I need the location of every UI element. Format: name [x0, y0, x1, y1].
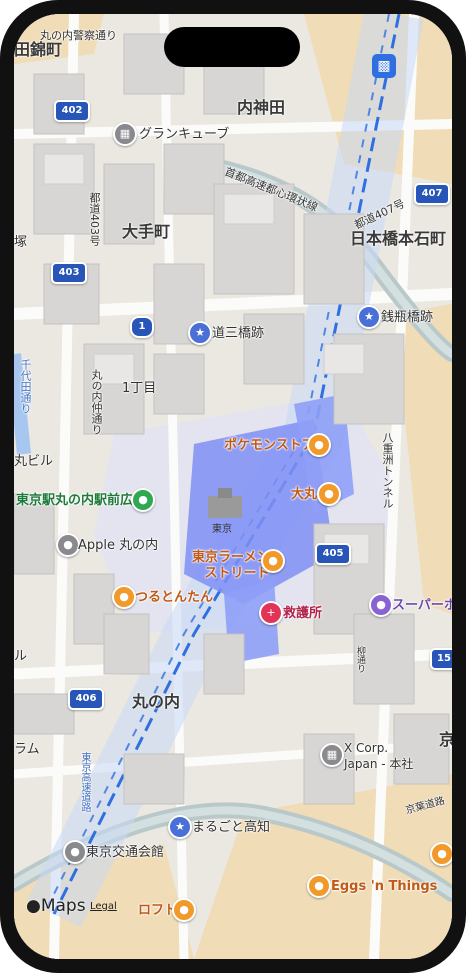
area-label: 1丁目 — [122, 381, 157, 396]
food-icon: ● — [261, 549, 285, 573]
route-shield: 406 — [68, 688, 104, 710]
poi-label-partial: ル — [14, 649, 28, 664]
train-station-icon[interactable]: ▩ — [372, 54, 396, 78]
road-label: 八重洲トンネル — [381, 432, 394, 509]
area-label: 日本橋本石町 — [350, 229, 447, 248]
poi-label: 東京ラーメン ストリート — [192, 550, 270, 581]
building-icon: ▦ — [113, 122, 137, 146]
poi-label: X Corp. Japan - 本社 — [344, 741, 414, 771]
apple-icon: ● — [56, 533, 80, 557]
bed-icon: ● — [369, 593, 393, 617]
area-label-partial: 田錦町 — [14, 40, 63, 59]
road-label: 丸の内仲通り — [90, 369, 103, 435]
route-shield: 405 — [315, 543, 351, 565]
poi-label: Apple 丸の内 — [78, 538, 159, 553]
star-icon: ★ — [188, 321, 212, 345]
food-icon: ● — [112, 585, 136, 609]
area-label: 内神田 — [237, 98, 286, 117]
star-icon: ★ — [168, 815, 192, 839]
poi-label: 道三橋跡 — [212, 326, 265, 341]
poi-label: 大丸 — [291, 487, 318, 502]
station-label: 東京 — [212, 524, 232, 535]
dot-icon: ● — [63, 840, 87, 864]
poi-label: つるとんたん — [135, 590, 214, 605]
poi-label: 東京交通会館 — [86, 845, 165, 860]
food-icon: ● — [307, 874, 331, 898]
poi-label: グランキューブ — [139, 127, 230, 142]
building-icon: ▦ — [320, 743, 344, 767]
poi-label: 東京駅丸の内駅前広場 — [16, 493, 147, 508]
bag-icon: ● — [307, 433, 331, 457]
poi-label-partial: ラム — [14, 742, 40, 757]
bag-icon: ● — [172, 898, 196, 922]
legal-link[interactable]: Legal — [90, 901, 117, 912]
poi-label: 救護所 — [283, 606, 323, 621]
dynamic-island — [164, 27, 300, 67]
poi-label-partial: 丸ビル — [14, 454, 54, 469]
phone-frame: 内神田 大手町 日本橋本石町 丸の内 1丁目 首都高速都心環状線 都道407号 … — [0, 0, 466, 973]
area-label-partial: 京 — [439, 730, 452, 749]
bag-icon: ● — [317, 482, 341, 506]
route-shield: 407 — [414, 183, 450, 205]
poi-label: Eggs 'n Things — [331, 879, 438, 894]
road-label: 都道403号 — [88, 192, 101, 246]
road-label: 柳通り — [355, 646, 365, 673]
route-shield: 15 — [430, 648, 452, 670]
poi-label: まるごと高知 — [192, 820, 271, 835]
food-icon[interactable]: ● — [430, 842, 452, 866]
medical-icon: + — [259, 601, 283, 625]
route-shield: 402 — [54, 100, 90, 122]
route-shield: 403 — [51, 262, 87, 284]
map-view[interactable]: 内神田 大手町 日本橋本石町 丸の内 1丁目 首都高速都心環状線 都道407号 … — [14, 14, 452, 959]
star-icon: ★ — [357, 305, 381, 329]
area-label: 丸の内 — [132, 692, 181, 711]
road-label: 東京高速道路 — [79, 752, 90, 812]
apple-logo-icon: ● — [26, 896, 41, 916]
maps-logo: ●Maps — [26, 896, 86, 916]
poi-label: スーパーホ — [392, 598, 452, 613]
route-shield: 1 — [130, 316, 154, 338]
area-label: 大手町 — [122, 222, 171, 241]
park-icon: ● — [131, 488, 155, 512]
poi-label-partial: 塚 — [14, 235, 28, 250]
road-label: 千代田通り — [19, 359, 32, 414]
poi-label: 銭瓶橋跡 — [381, 310, 434, 325]
poi-label: ポケモンストア — [224, 438, 315, 453]
